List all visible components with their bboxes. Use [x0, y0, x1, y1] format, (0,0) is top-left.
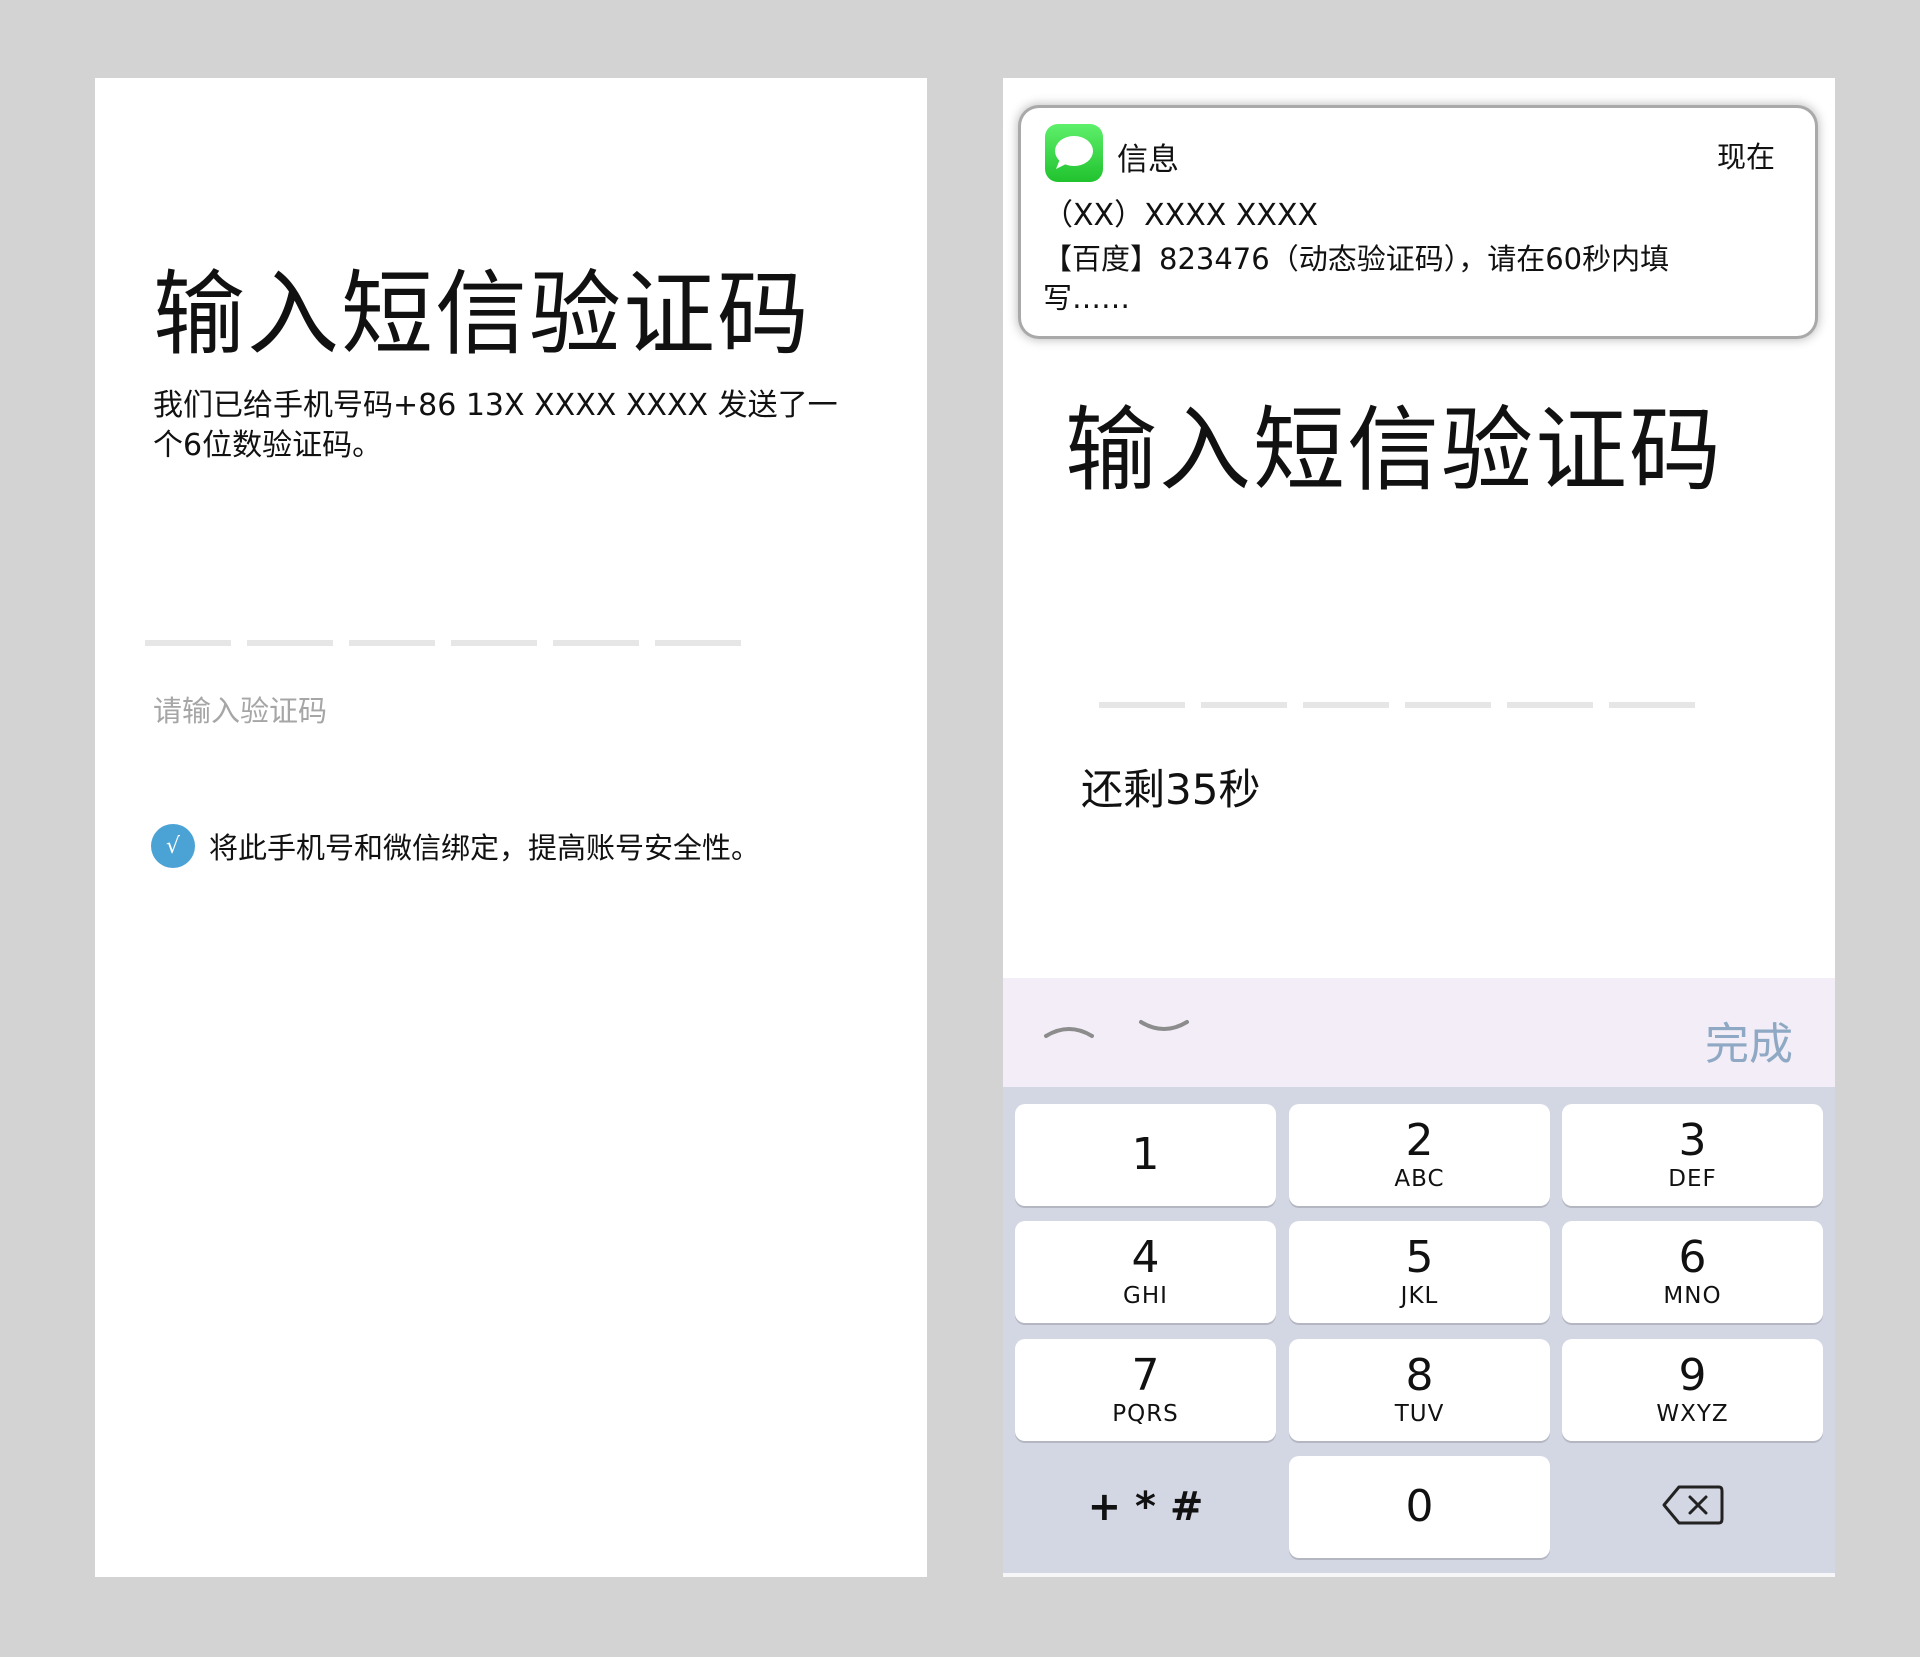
sms-notification-banner[interactable]: 信息 现在 （XX）XXXX XXXX 【百度】823476（动态验证码），请在…	[1021, 108, 1815, 336]
key-letters: GHI	[1123, 1283, 1168, 1309]
messages-app-icon	[1045, 124, 1103, 182]
key-digit: 9	[1678, 1350, 1707, 1401]
code-slot[interactable]	[553, 640, 639, 646]
code-slot[interactable]	[451, 640, 537, 646]
key-letters: TUV	[1394, 1401, 1445, 1427]
right-phone-screen: 信息 现在 （XX）XXXX XXXX 【百度】823476（动态验证码），请在…	[1003, 78, 1835, 1577]
notification-body: 【百度】823476（动态验证码），请在60秒内填写……	[1043, 242, 1670, 315]
key-digit: 6	[1678, 1232, 1707, 1283]
code-input-slots[interactable]	[1099, 702, 1695, 708]
notification-sender: （XX）XXXX XXXX	[1043, 198, 1319, 233]
code-slot[interactable]	[1303, 702, 1389, 708]
resend-countdown: 还剩35秒	[1081, 765, 1261, 814]
key-8[interactable]: 8 TUV	[1289, 1339, 1550, 1441]
code-slot[interactable]	[1201, 702, 1287, 708]
checkmark-icon[interactable]: √	[151, 824, 195, 868]
key-letters: ABC	[1394, 1166, 1445, 1192]
key-digit: 2	[1405, 1115, 1434, 1166]
key-0[interactable]: 0	[1289, 1456, 1550, 1558]
key-digit: 7	[1131, 1350, 1160, 1401]
backspace-key[interactable]	[1562, 1456, 1823, 1558]
keyboard-toolbar: 完成	[1003, 978, 1835, 1087]
key-2[interactable]: 2 ABC	[1289, 1104, 1550, 1206]
code-slot[interactable]	[247, 640, 333, 646]
key-4[interactable]: 4 GHI	[1015, 1221, 1276, 1323]
code-slot[interactable]	[349, 640, 435, 646]
backspace-icon	[1661, 1483, 1725, 1531]
symbols-label: + * #	[1087, 1484, 1204, 1530]
key-symbols[interactable]: + * #	[1015, 1456, 1276, 1558]
code-slot[interactable]	[655, 640, 741, 646]
sent-code-description: 我们已给手机号码+86 13X XXXX XXXX 发送了一个6位数验证码。	[153, 388, 838, 463]
code-slot[interactable]	[1405, 702, 1491, 708]
code-slot[interactable]	[1507, 702, 1593, 708]
key-3[interactable]: 3 DEF	[1562, 1104, 1823, 1206]
notification-app-name: 信息	[1117, 142, 1179, 178]
key-9[interactable]: 9 WXYZ	[1562, 1339, 1823, 1441]
key-1[interactable]: 1	[1015, 1104, 1276, 1206]
notification-time: 现在	[1716, 140, 1775, 174]
key-letters: WXYZ	[1656, 1401, 1729, 1427]
key-letters: DEF	[1668, 1166, 1717, 1192]
chevron-down-icon[interactable]	[1138, 1018, 1190, 1044]
key-digit: 4	[1131, 1232, 1160, 1283]
code-slot[interactable]	[1099, 702, 1185, 708]
code-input-slots[interactable]	[145, 640, 741, 646]
page-title: 输入短信验证码	[1065, 397, 1724, 504]
bind-wechat-option[interactable]: √ 将此手机号和微信绑定，提高账号安全性。	[151, 824, 760, 868]
bind-wechat-label: 将此手机号和微信绑定，提高账号安全性。	[209, 831, 761, 865]
numeric-keypad: 1 2 ABC 3 DEF 4 GHI 5 JKL 6 MNO 7 PQRS 8…	[1003, 1087, 1835, 1577]
page-title: 输入短信验证码	[153, 261, 812, 368]
key-digit: 1	[1131, 1129, 1160, 1180]
keyboard-bottom-edge	[1003, 1573, 1835, 1577]
key-letters: MNO	[1663, 1283, 1722, 1309]
code-slot[interactable]	[1609, 702, 1695, 708]
key-digit: 3	[1678, 1115, 1707, 1166]
key-6[interactable]: 6 MNO	[1562, 1221, 1823, 1323]
key-7[interactable]: 7 PQRS	[1015, 1339, 1276, 1441]
code-slot[interactable]	[145, 640, 231, 646]
checkmark-glyph: √	[165, 833, 181, 859]
key-digit: 5	[1405, 1232, 1434, 1283]
key-letters: JKL	[1400, 1283, 1439, 1309]
key-digit: 0	[1405, 1481, 1434, 1532]
key-digit: 8	[1405, 1350, 1434, 1401]
key-letters: PQRS	[1112, 1401, 1179, 1427]
done-button[interactable]: 完成	[1705, 1008, 1793, 1072]
key-5[interactable]: 5 JKL	[1289, 1221, 1550, 1323]
chevron-up-icon[interactable]	[1043, 1018, 1095, 1044]
left-phone-screen: 输入短信验证码 我们已给手机号码+86 13X XXXX XXXX 发送了一个6…	[95, 78, 927, 1577]
code-placeholder: 请输入验证码	[153, 694, 328, 728]
